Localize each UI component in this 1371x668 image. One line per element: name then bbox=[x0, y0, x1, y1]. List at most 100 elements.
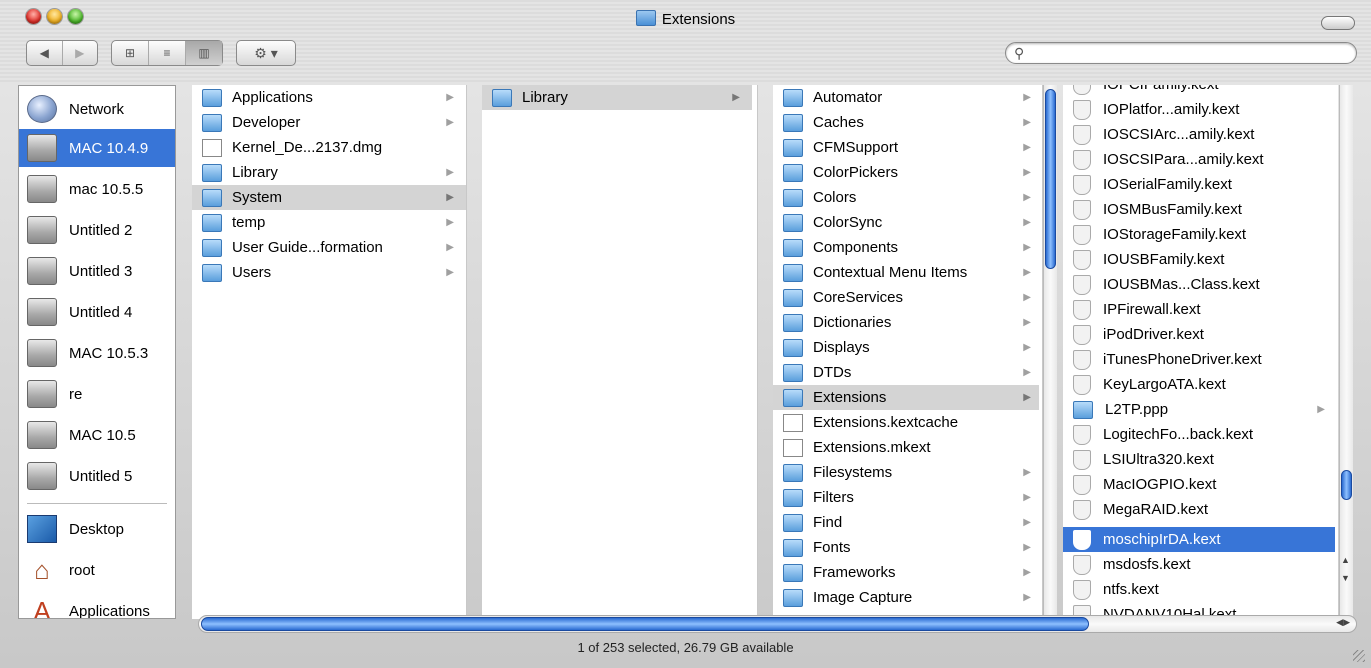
horizontal-scrollbar-thumb[interactable] bbox=[201, 617, 1089, 631]
list-item[interactable]: LSIUltra320.kext bbox=[1063, 447, 1335, 472]
search-icon: ⚲ bbox=[1014, 45, 1025, 61]
sidebar-item-root[interactable]: ⌂ root bbox=[19, 551, 175, 589]
back-button[interactable]: ◀ bbox=[27, 41, 63, 65]
sidebar-item-untitled-3[interactable]: Untitled 3 bbox=[19, 252, 175, 290]
sidebar-item-applications[interactable]: A Applications bbox=[19, 592, 175, 618]
sidebar-item-network[interactable]: Network bbox=[19, 90, 175, 128]
item-label: Library bbox=[232, 164, 278, 181]
list-item[interactable]: IOSerialFamily.kext bbox=[1063, 172, 1335, 197]
list-item[interactable]: System ▶ bbox=[192, 185, 466, 210]
list-item[interactable]: IOUSBMas...Class.kext bbox=[1063, 272, 1335, 297]
list-item[interactable]: Filters ▶ bbox=[773, 485, 1039, 510]
list-item[interactable]: CoreServices ▶ bbox=[773, 285, 1039, 310]
forward-button[interactable]: ▶ bbox=[63, 41, 98, 65]
desktop-icon bbox=[27, 515, 57, 543]
list-item[interactable]: ntfs.kext bbox=[1063, 577, 1335, 602]
sidebar-item-mac-10-5-5[interactable]: mac 10.5.5 bbox=[19, 170, 175, 208]
list-item[interactable]: LogitechFo...back.kext bbox=[1063, 422, 1335, 447]
finder-window: Extensions ◀ ▶ ⊞ ≡ ▥ ⚙ ▾ ⚲ Network MAC 1… bbox=[0, 0, 1371, 668]
search-field[interactable]: ⚲ bbox=[1005, 42, 1357, 64]
list-item[interactable]: Users ▶ bbox=[192, 260, 466, 285]
list-item[interactable]: DTDs ▶ bbox=[773, 360, 1039, 385]
list-item[interactable]: User Guide...formation ▶ bbox=[192, 235, 466, 260]
sidebar-item-re[interactable]: re bbox=[19, 375, 175, 413]
sidebar-item-label: re bbox=[69, 385, 83, 403]
title-bar[interactable]: Extensions ◀ ▶ ⊞ ≡ ▥ ⚙ ▾ ⚲ bbox=[0, 0, 1371, 84]
list-view-button[interactable]: ≡ bbox=[149, 41, 186, 65]
search-input[interactable] bbox=[1032, 44, 1346, 64]
list-item[interactable]: IOStorageFamily.kext bbox=[1063, 222, 1335, 247]
list-item[interactable]: IOSCSIArc...amily.kext bbox=[1063, 122, 1335, 147]
item-label: MacIOGPIO.kext bbox=[1103, 476, 1217, 493]
column-scrollbar[interactable]: ▲ ▼ bbox=[1339, 85, 1353, 619]
list-item[interactable]: Extensions.kextcache bbox=[773, 410, 1039, 435]
column-view-button[interactable]: ▥ bbox=[186, 41, 222, 65]
sidebar-divider[interactable] bbox=[27, 503, 167, 504]
item-label: User Guide...formation bbox=[232, 239, 383, 256]
list-item[interactable]: Components ▶ bbox=[773, 235, 1039, 260]
sidebar-item-desktop[interactable]: Desktop bbox=[19, 510, 175, 548]
list-item[interactable]: Developer ▶ bbox=[192, 110, 466, 135]
list-item[interactable]: Caches ▶ bbox=[773, 110, 1039, 135]
list-item[interactable]: iPodDriver.kext bbox=[1063, 322, 1335, 347]
list-item[interactable]: CFMSupport ▶ bbox=[773, 135, 1039, 160]
list-item[interactable]: IOPlatfor...amily.kext bbox=[1063, 97, 1335, 122]
column-scrollbar-thumb[interactable] bbox=[1341, 470, 1352, 500]
sidebar-item-untitled-4[interactable]: Untitled 4 bbox=[19, 293, 175, 331]
list-item[interactable]: IOPCIFamily.kext bbox=[1063, 85, 1335, 97]
kext-icon bbox=[1073, 174, 1091, 195]
sidebar-item-mac-10-4-9[interactable]: MAC 10.4.9 bbox=[19, 129, 175, 167]
action-menu-button[interactable]: ⚙ ▾ bbox=[236, 40, 296, 66]
list-item[interactable]: Contextual Menu Items ▶ bbox=[773, 260, 1039, 285]
list-item[interactable]: Fonts ▶ bbox=[773, 535, 1039, 560]
list-item[interactable]: ColorPickers ▶ bbox=[773, 160, 1039, 185]
list-item[interactable]: Applications ▶ bbox=[192, 85, 466, 110]
list-item[interactable]: msdosfs.kext bbox=[1063, 552, 1335, 577]
sidebar-item-untitled-2[interactable]: Untitled 2 bbox=[19, 211, 175, 249]
column-scrollbar[interactable] bbox=[1043, 85, 1057, 619]
list-item[interactable]: IOSMBusFamily.kext bbox=[1063, 197, 1335, 222]
horizontal-scrollbar[interactable]: ◀▶ bbox=[198, 615, 1357, 633]
list-item[interactable]: L2TP.ppp ▶ bbox=[1063, 397, 1335, 422]
list-item[interactable]: Frameworks ▶ bbox=[773, 560, 1039, 585]
item-label: Contextual Menu Items bbox=[813, 264, 968, 281]
list-item[interactable]: temp ▶ bbox=[192, 210, 466, 235]
list-item[interactable]: IOSCSIPara...amily.kext bbox=[1063, 147, 1335, 172]
list-item[interactable]: Automator ▶ bbox=[773, 85, 1039, 110]
list-item[interactable]: Extensions.mkext bbox=[773, 435, 1039, 460]
scroll-left-right-arrows-icon[interactable]: ◀▶ bbox=[1336, 617, 1350, 628]
list-item[interactable]: iTunesPhoneDriver.kext bbox=[1063, 347, 1335, 372]
list-item[interactable]: IOUSBFamily.kext bbox=[1063, 247, 1335, 272]
list-item[interactable]: Dictionaries ▶ bbox=[773, 310, 1039, 335]
list-item[interactable]: IPFirewall.kext bbox=[1063, 297, 1335, 322]
list-item[interactable]: ColorSync ▶ bbox=[773, 210, 1039, 235]
sidebar-item-mac-10-5[interactable]: MAC 10.5 bbox=[19, 416, 175, 454]
hard-disk-icon bbox=[27, 421, 57, 449]
list-item[interactable]: Displays ▶ bbox=[773, 335, 1039, 360]
list-item[interactable]: Filesystems ▶ bbox=[773, 460, 1039, 485]
sidebar-item-mac-10-5-3[interactable]: MAC 10.5.3 bbox=[19, 334, 175, 372]
list-item[interactable]: Kernel_De...2137.dmg bbox=[192, 135, 466, 160]
hard-disk-icon bbox=[27, 175, 57, 203]
list-item[interactable]: Library ▶ bbox=[482, 85, 752, 110]
resize-grip-icon[interactable] bbox=[1353, 650, 1365, 662]
sidebar-item-label: Untitled 3 bbox=[69, 262, 133, 280]
sidebar-item-untitled-5[interactable]: Untitled 5 bbox=[19, 457, 175, 495]
scroll-up-arrow-icon[interactable]: ▲ bbox=[1341, 555, 1350, 565]
item-label: ntfs.kext bbox=[1103, 581, 1159, 598]
column-scrollbar-thumb[interactable] bbox=[1045, 89, 1056, 269]
list-item[interactable]: MacIOGPIO.kext bbox=[1063, 472, 1335, 497]
scroll-down-arrow-icon[interactable]: ▼ bbox=[1341, 573, 1350, 583]
list-item[interactable]: Image Capture ▶ bbox=[773, 585, 1039, 610]
list-item[interactable]: MegaRAID.kext bbox=[1063, 497, 1335, 522]
toolbar-toggle-button[interactable] bbox=[1321, 16, 1355, 30]
list-item-selected[interactable]: moschipIrDA.kext bbox=[1063, 527, 1335, 552]
list-item[interactable]: Extensions ▶ bbox=[773, 385, 1039, 410]
icon-view-button[interactable]: ⊞ bbox=[112, 41, 149, 65]
list-item[interactable]: KeyLargoATA.kext bbox=[1063, 372, 1335, 397]
folder-icon bbox=[783, 313, 803, 332]
list-item[interactable]: Library ▶ bbox=[192, 160, 466, 185]
kext-icon bbox=[1073, 554, 1091, 575]
list-item[interactable]: Colors ▶ bbox=[773, 185, 1039, 210]
list-item[interactable]: Find ▶ bbox=[773, 510, 1039, 535]
